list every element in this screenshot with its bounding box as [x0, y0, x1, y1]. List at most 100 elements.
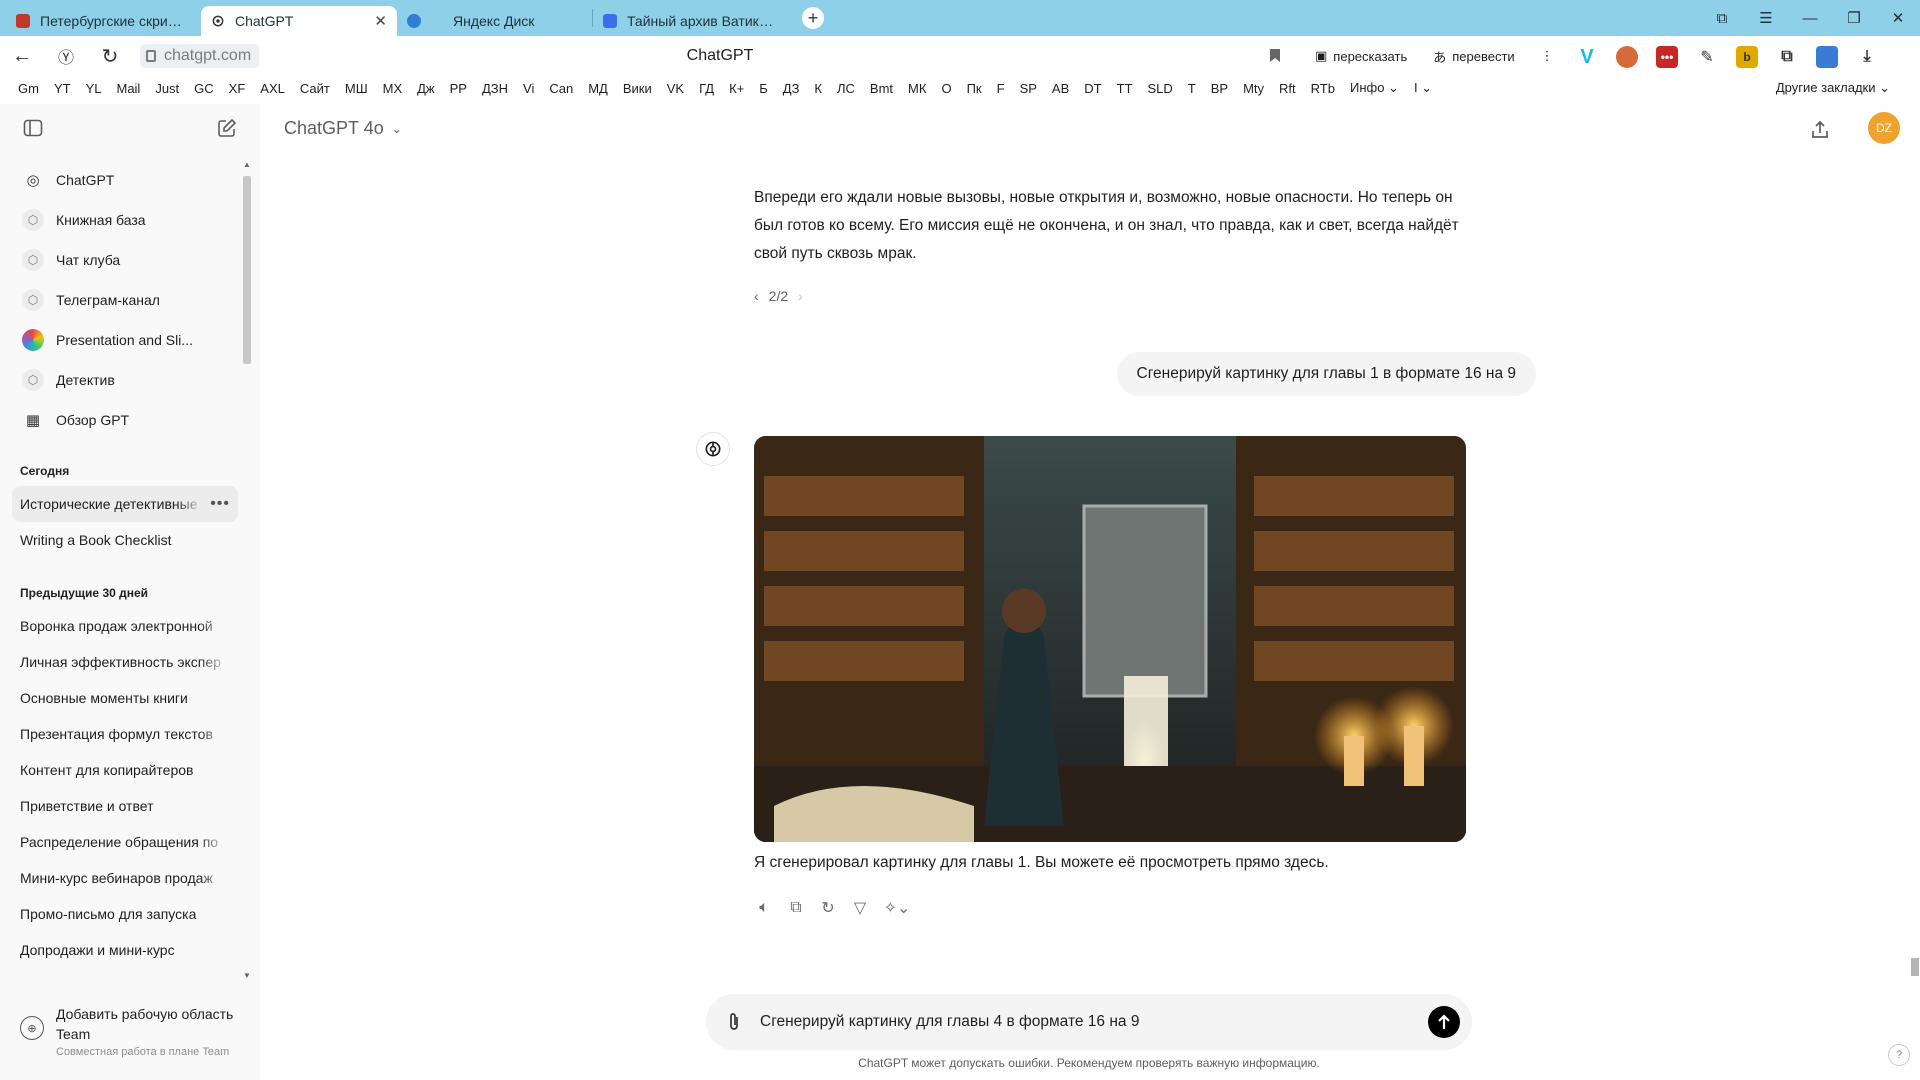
bookmark-link[interactable]: Mty [1243, 81, 1264, 96]
chat-history-item[interactable]: Презентация формул текстов [12, 716, 238, 752]
model-selector[interactable]: ChatGPT 4o ⌄ [284, 118, 402, 139]
message-input[interactable]: Сгенерируй картинку для главы 4 в формат… [760, 1013, 1428, 1031]
extension-icon[interactable] [1616, 46, 1638, 68]
url-chip[interactable]: chatgpt.com [140, 44, 260, 68]
bookmark-link[interactable]: Дж [417, 81, 435, 96]
gpt-item[interactable]: Presentation and Sli... [12, 320, 238, 360]
browser-tab-active[interactable]: ChatGPT ✕ [201, 6, 397, 36]
bookmark-link[interactable]: YT [54, 81, 71, 96]
generated-image[interactable] [754, 436, 1466, 842]
bookmark-link[interactable]: RTb [1311, 81, 1335, 96]
bookmark-link[interactable]: DT [1084, 81, 1101, 96]
restore-icon[interactable]: ❐ [1832, 9, 1876, 27]
menu-icon[interactable]: ☰ [1744, 9, 1788, 27]
chat-history-item[interactable]: Контент для копирайтеров [12, 752, 238, 788]
gpt-item[interactable]: ◎ ChatGPT [12, 160, 238, 200]
bookmark-link[interactable]: SP [1020, 81, 1037, 96]
back-icon[interactable]: ← [0, 45, 44, 68]
bookmark-icon[interactable] [1270, 49, 1280, 62]
bookmark-link[interactable]: Just [155, 81, 179, 96]
bookmark-link[interactable]: T [1188, 81, 1196, 96]
chat-history-item[interactable]: Writing a Book Checklist [12, 522, 238, 558]
send-button[interactable] [1428, 1006, 1460, 1038]
bookmarks-panel-icon[interactable]: ⧉ [1700, 10, 1744, 27]
chat-history-item[interactable]: Допродажи и мини-курс [12, 932, 238, 968]
other-bookmarks[interactable]: Другие закладки ⌄ [1776, 80, 1890, 96]
chat-history-item[interactable]: Распределение обращения по [12, 824, 238, 860]
puzzle-icon[interactable]: ⧉ [1776, 46, 1798, 68]
browser-tab[interactable]: Тайный архив Ватикана.d [593, 6, 788, 36]
bookmark-link[interactable]: F [997, 81, 1005, 96]
chat-history-item[interactable]: Промо-письмо для запуска [12, 896, 238, 932]
copy-icon[interactable]: ⧉ [786, 898, 806, 918]
scrollbar-thumb[interactable] [243, 176, 251, 364]
extension-icon[interactable]: b [1736, 46, 1758, 68]
regenerate-icon[interactable]: ↻ [818, 898, 838, 918]
sparkle-model-icon[interactable]: ✧⌄ [882, 898, 912, 918]
bookmark-link[interactable]: I ⌄ [1414, 80, 1432, 96]
bookmark-link[interactable]: О [941, 81, 951, 96]
bookmark-link[interactable]: YL [86, 81, 102, 96]
bookmark-link[interactable]: РР [450, 81, 467, 96]
translate-button[interactable]: あ перевести [1423, 42, 1524, 70]
bookmark-link[interactable]: Сайт [300, 81, 330, 96]
gpt-item[interactable]: ⬡ Книжная база [12, 200, 238, 240]
bookmark-link[interactable]: К+ [729, 81, 744, 96]
extension-icon[interactable] [1816, 46, 1838, 68]
bookmark-link[interactable]: МШ [345, 81, 368, 96]
bookmark-link[interactable]: ДЗН [482, 81, 508, 96]
add-team-workspace[interactable]: ⊕ Добавить рабочую область Team Совместн… [16, 1004, 246, 1058]
bookmark-link[interactable]: МХ [383, 81, 403, 96]
chat-history-item[interactable]: Личная эффективность экспер [12, 644, 238, 680]
more-icon[interactable]: ⋮ [1531, 42, 1564, 70]
browser-tab[interactable]: Яндекс Диск [397, 6, 592, 36]
bookmark-link[interactable]: ЛС [837, 81, 855, 96]
vimeo-icon[interactable]: V [1576, 46, 1598, 68]
read-aloud-icon[interactable]: 🔈︎ [754, 898, 774, 918]
sidebar-scrollbar[interactable]: ▲ ▼ [242, 160, 252, 980]
bookmark-link[interactable]: Vi [523, 81, 534, 96]
download-icon[interactable]: ⤓ [1856, 46, 1878, 68]
help-button[interactable]: ? [1888, 1044, 1910, 1066]
bookmark-link[interactable]: Инфо ⌄ [1350, 80, 1399, 96]
new-tab-button[interactable]: + [802, 7, 824, 29]
bookmark-link[interactable]: Вики [623, 81, 652, 96]
bookmark-link[interactable]: XF [229, 81, 246, 96]
bookmark-link[interactable]: МД [588, 81, 608, 96]
more-options-icon[interactable]: ••• [210, 495, 230, 513]
avatar[interactable]: DZ [1868, 112, 1900, 144]
bookmark-link[interactable]: Gm [18, 81, 39, 96]
chat-history-item[interactable]: Исторические детективные ••• [12, 486, 238, 522]
yandex-icon[interactable]: Ⓨ [44, 44, 88, 68]
previous-response-icon[interactable]: ‹ [754, 288, 759, 304]
bookmark-link[interactable]: Can [549, 81, 573, 96]
main-scrollbar[interactable] [1910, 952, 1920, 992]
chat-history-item[interactable]: Основные моменты книги [12, 680, 238, 716]
retell-button[interactable]: ▣ пересказать [1305, 42, 1417, 70]
new-chat-icon[interactable] [216, 117, 238, 139]
scroll-up-icon[interactable]: ▲ [243, 160, 251, 169]
browser-tab[interactable]: Петербургские скрижали [6, 6, 201, 36]
bookmark-link[interactable]: BP [1211, 81, 1228, 96]
bookmark-link[interactable]: Mail [116, 81, 140, 96]
chat-history-item[interactable]: Мини-курс вебинаров продаж [12, 860, 238, 896]
bookmark-link[interactable]: ГД [699, 81, 714, 96]
bookmark-link[interactable]: Bmt [870, 81, 893, 96]
bookmark-link[interactable]: Б [759, 81, 768, 96]
bookmark-link[interactable]: AB [1052, 81, 1069, 96]
gpt-item[interactable]: ⬡ Чат клуба [12, 240, 238, 280]
scrollbar-thumb[interactable] [1911, 958, 1919, 976]
bookmark-link[interactable]: AXL [260, 81, 285, 96]
bookmark-link[interactable]: ДЗ [783, 81, 800, 96]
bookmark-link[interactable]: Пк [967, 81, 982, 96]
eyedropper-icon[interactable]: ✎ [1696, 46, 1718, 68]
bookmark-link[interactable]: SLD [1147, 81, 1172, 96]
reload-icon[interactable]: ↻ [88, 44, 132, 69]
bookmark-link[interactable]: К [814, 81, 822, 96]
share-icon[interactable] [1808, 118, 1832, 142]
next-response-icon[interactable]: › [798, 288, 803, 304]
bookmark-link[interactable]: МК [908, 81, 926, 96]
bookmark-link[interactable]: VK [667, 81, 684, 96]
bookmark-link[interactable]: GC [194, 81, 214, 96]
gpt-item[interactable]: ▦ Обзор GPT [12, 400, 238, 440]
